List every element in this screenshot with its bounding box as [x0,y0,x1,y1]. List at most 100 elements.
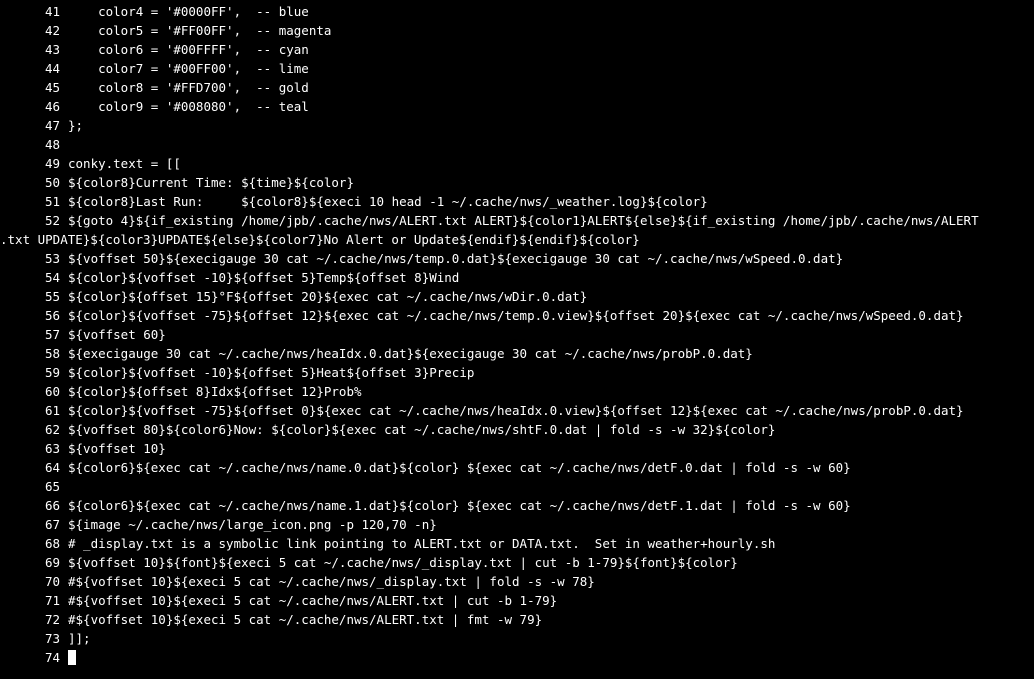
code-text[interactable]: ${voffset 50}${execigauge 30 cat ~/.cach… [68,249,1034,268]
line-number: 65 [0,477,68,496]
code-line[interactable]: 42 color5 = '#FF00FF', -- magenta [0,21,1034,40]
code-line[interactable]: 71#${voffset 10}${execi 5 cat ~/.cache/n… [0,591,1034,610]
line-number: 68 [0,534,68,553]
code-text[interactable]: ${goto 4}${if_existing /home/jpb/.cache/… [68,211,1034,230]
code-text[interactable]: color4 = '#0000FF', -- blue [68,2,1034,21]
code-text[interactable]: ${color6}${exec cat ~/.cache/nws/name.1.… [68,496,1034,515]
code-line[interactable]: 74 [0,648,1034,667]
code-text[interactable]: ]]; [68,629,1034,648]
code-text[interactable]: .txt UPDATE}${color3}UPDATE${else}${colo… [0,230,1034,249]
code-line[interactable]: 55${color}${offset 15}°F${offset 20}${ex… [0,287,1034,306]
code-line[interactable]: 59${color}${voffset -10}${offset 5}Heat$… [0,363,1034,382]
line-number: 61 [0,401,68,420]
code-line[interactable]: 43 color6 = '#00FFFF', -- cyan [0,40,1034,59]
line-number: 60 [0,382,68,401]
line-number: 53 [0,249,68,268]
code-line[interactable]: 73]]; [0,629,1034,648]
code-text[interactable] [68,135,1034,154]
line-number: 63 [0,439,68,458]
line-number: 70 [0,572,68,591]
code-text[interactable]: ${color}${offset 15}°F${offset 20}${exec… [68,287,1034,306]
code-text[interactable] [68,648,1034,667]
line-number: 44 [0,59,68,78]
code-line[interactable]: 57${voffset 60} [0,325,1034,344]
line-number: 69 [0,553,68,572]
code-text[interactable]: color6 = '#00FFFF', -- cyan [68,40,1034,59]
code-line[interactable]: 44 color7 = '#00FF00', -- lime [0,59,1034,78]
code-line[interactable]: 64${color6}${exec cat ~/.cache/nws/name.… [0,458,1034,477]
code-line[interactable]: 41 color4 = '#0000FF', -- blue [0,2,1034,21]
code-line[interactable]: 54${color}${voffset -10}${offset 5}Temp$… [0,268,1034,287]
code-text[interactable]: color5 = '#FF00FF', -- magenta [68,21,1034,40]
line-number: 74 [0,648,68,667]
line-number: 48 [0,135,68,154]
code-line[interactable]: 49conky.text = [[ [0,154,1034,173]
line-number: 66 [0,496,68,515]
code-text[interactable] [68,477,1034,496]
code-text[interactable]: ${voffset 10}${font}${execi 5 cat ~/.cac… [68,553,1034,572]
line-number: 59 [0,363,68,382]
code-line[interactable]: 67${image ~/.cache/nws/large_icon.png -p… [0,515,1034,534]
code-line[interactable]: 61${color}${voffset -75}${offset 0}${exe… [0,401,1034,420]
line-number: 67 [0,515,68,534]
code-text[interactable]: color7 = '#00FF00', -- lime [68,59,1034,78]
code-text[interactable]: ${execigauge 30 cat ~/.cache/nws/heaIdx.… [68,344,1034,363]
code-line[interactable]: 56${color}${voffset -75}${offset 12}${ex… [0,306,1034,325]
line-number: 42 [0,21,68,40]
code-text[interactable]: #${voffset 10}${execi 5 cat ~/.cache/nws… [68,610,1034,629]
code-text[interactable]: ${color8}Current Time: ${time}${color} [68,173,1034,192]
line-number: 50 [0,173,68,192]
line-number: 57 [0,325,68,344]
code-text[interactable]: ${voffset 80}${color6}Now: ${color}${exe… [68,420,1034,439]
line-number: 47 [0,116,68,135]
code-text[interactable]: conky.text = [[ [68,154,1034,173]
code-line[interactable]: 66${color6}${exec cat ~/.cache/nws/name.… [0,496,1034,515]
cursor [68,650,76,665]
code-line[interactable]: 58${execigauge 30 cat ~/.cache/nws/heaId… [0,344,1034,363]
line-number: 41 [0,2,68,21]
code-text[interactable]: color8 = '#FFD700', -- gold [68,78,1034,97]
code-line[interactable]: 46 color9 = '#008080', -- teal [0,97,1034,116]
code-line[interactable]: 50${color8}Current Time: ${time}${color} [0,173,1034,192]
code-line[interactable]: 69${voffset 10}${font}${execi 5 cat ~/.c… [0,553,1034,572]
line-number: 45 [0,78,68,97]
line-number: 54 [0,268,68,287]
line-number: 56 [0,306,68,325]
line-number: 62 [0,420,68,439]
code-line[interactable]: 45 color8 = '#FFD700', -- gold [0,78,1034,97]
code-line[interactable]: 65 [0,477,1034,496]
code-line[interactable]: 62${voffset 80}${color6}Now: ${color}${e… [0,420,1034,439]
code-text[interactable]: ${color}${offset 8}Idx${offset 12}Prob% [68,382,1034,401]
code-line[interactable]: 47}; [0,116,1034,135]
code-text[interactable]: ${color}${voffset -10}${offset 5}Temp${o… [68,268,1034,287]
code-line[interactable]: 70#${voffset 10}${execi 5 cat ~/.cache/n… [0,572,1034,591]
line-number: 55 [0,287,68,306]
code-line-wrap[interactable]: .txt UPDATE}${color3}UPDATE${else}${colo… [0,230,1034,249]
line-number: 64 [0,458,68,477]
code-line[interactable]: 53${voffset 50}${execigauge 30 cat ~/.ca… [0,249,1034,268]
code-text[interactable]: ${color}${voffset -10}${offset 5}Heat${o… [68,363,1034,382]
code-line[interactable]: 60${color}${offset 8}Idx${offset 12}Prob… [0,382,1034,401]
code-line[interactable]: 52${goto 4}${if_existing /home/jpb/.cach… [0,211,1034,230]
code-text[interactable]: color9 = '#008080', -- teal [68,97,1034,116]
code-text[interactable]: ${voffset 60} [68,325,1034,344]
code-text[interactable]: #${voffset 10}${execi 5 cat ~/.cache/nws… [68,572,1034,591]
code-line[interactable]: 48 [0,135,1034,154]
code-line[interactable]: 63${voffset 10} [0,439,1034,458]
code-text[interactable]: ${image ~/.cache/nws/large_icon.png -p 1… [68,515,1034,534]
code-line[interactable]: 51${color8}Last Run: ${color8}${execi 10… [0,192,1034,211]
code-line[interactable]: 72#${voffset 10}${execi 5 cat ~/.cache/n… [0,610,1034,629]
code-text[interactable]: ${color8}Last Run: ${color8}${execi 10 h… [68,192,1034,211]
code-text[interactable]: #${voffset 10}${execi 5 cat ~/.cache/nws… [68,591,1034,610]
code-line[interactable]: 68# _display.txt is a symbolic link poin… [0,534,1034,553]
code-text[interactable]: ${color}${voffset -75}${offset 0}${exec … [68,401,1034,420]
code-text[interactable]: ${color6}${exec cat ~/.cache/nws/name.0.… [68,458,1034,477]
code-text[interactable]: # _display.txt is a symbolic link pointi… [68,534,1034,553]
line-number: 43 [0,40,68,59]
code-text[interactable]: ${color}${voffset -75}${offset 12}${exec… [68,306,1034,325]
line-number: 51 [0,192,68,211]
line-number: 58 [0,344,68,363]
code-text[interactable]: }; [68,116,1034,135]
code-editor[interactable]: 41 color4 = '#0000FF', -- blue42 color5 … [0,0,1034,667]
code-text[interactable]: ${voffset 10} [68,439,1034,458]
